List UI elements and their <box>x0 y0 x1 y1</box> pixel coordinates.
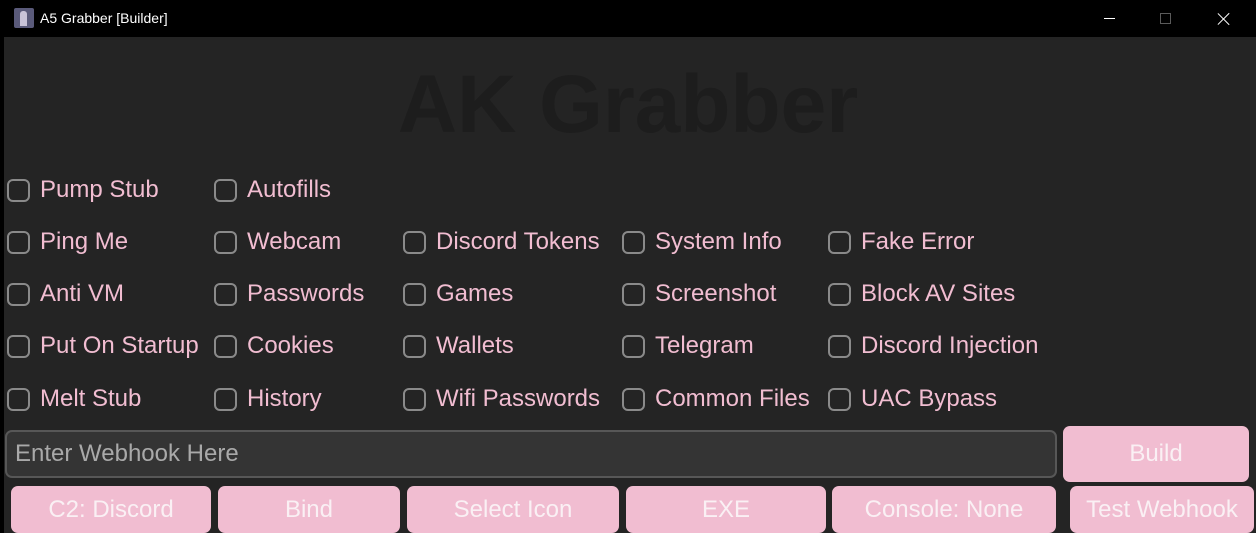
option-label: Melt Stub <box>40 385 142 412</box>
option-melt-stub[interactable]: Melt Stub <box>7 384 141 414</box>
checkbox-icon[interactable] <box>214 178 237 202</box>
option-label: Screenshot <box>655 280 777 307</box>
maximize-button[interactable] <box>1142 0 1188 37</box>
checkbox-icon[interactable] <box>7 178 30 202</box>
option-label: Discord Tokens <box>436 228 600 255</box>
option-games[interactable]: Games <box>403 279 513 309</box>
minimize-button[interactable] <box>1086 0 1132 37</box>
maximize-icon <box>1159 13 1171 24</box>
checkbox-icon[interactable] <box>403 387 426 411</box>
option-history[interactable]: History <box>214 384 322 414</box>
c2-mode-button[interactable]: C2: Discord <box>11 486 211 533</box>
checkbox-icon[interactable] <box>7 230 30 254</box>
option-label: UAC Bypass <box>861 385 998 412</box>
app-heading: AK Grabber <box>397 59 859 150</box>
option-label: Cookies <box>247 332 334 359</box>
option-label: Wifi Passwords <box>436 385 601 412</box>
option-discord-injection[interactable]: Discord Injection <box>828 331 1038 361</box>
builder-window: A5 Grabber [Builder] AK Grabber Pump Stu… <box>0 0 1256 533</box>
option-uac-bypass[interactable]: UAC Bypass <box>828 384 997 414</box>
test-webhook-button[interactable]: Test Webhook <box>1070 486 1254 533</box>
checkbox-icon[interactable] <box>214 282 237 306</box>
checkbox-icon[interactable] <box>7 282 30 306</box>
option-label: Put On Startup <box>40 332 199 359</box>
option-telegram[interactable]: Telegram <box>622 331 754 361</box>
option-label: Common Files <box>655 385 810 412</box>
option-block-av-sites[interactable]: Block AV Sites <box>828 279 1015 309</box>
option-label: Fake Error <box>861 228 975 255</box>
option-screenshot[interactable]: Screenshot <box>622 279 776 309</box>
app-icon <box>14 8 34 28</box>
option-put-on-startup[interactable]: Put On Startup <box>7 331 199 361</box>
option-webcam[interactable]: Webcam <box>214 227 341 257</box>
option-label: Telegram <box>655 332 754 359</box>
checkbox-icon[interactable] <box>622 334 645 358</box>
option-label: Autofills <box>247 176 332 203</box>
option-label: Ping Me <box>40 228 129 255</box>
bind-button[interactable]: Bind <box>218 486 400 533</box>
exe-button[interactable]: EXE <box>626 486 826 533</box>
window-title: A5 Grabber [Builder] <box>40 10 168 26</box>
option-discord-tokens[interactable]: Discord Tokens <box>403 227 600 257</box>
option-label: Webcam <box>247 228 342 255</box>
console-mode-button[interactable]: Console: None <box>832 486 1056 533</box>
checkbox-icon[interactable] <box>622 230 645 254</box>
checkbox-icon[interactable] <box>403 230 426 254</box>
select-icon-button[interactable]: Select Icon <box>407 486 619 533</box>
checkbox-icon[interactable] <box>828 282 851 306</box>
checkbox-icon[interactable] <box>214 230 237 254</box>
option-passwords[interactable]: Passwords <box>214 279 364 309</box>
checkbox-icon[interactable] <box>214 334 237 358</box>
option-label: Discord Injection <box>861 332 1039 359</box>
checkbox-icon[interactable] <box>7 387 30 411</box>
checkbox-icon[interactable] <box>828 387 851 411</box>
option-ping-me[interactable]: Ping Me <box>7 227 128 257</box>
option-label: Passwords <box>247 280 365 307</box>
option-autofills[interactable]: Autofills <box>214 175 331 205</box>
checkbox-icon[interactable] <box>214 387 237 411</box>
option-label: System Info <box>655 228 782 255</box>
option-label: History <box>247 385 322 412</box>
option-label: Wallets <box>436 332 514 359</box>
option-label: Block AV Sites <box>861 280 1016 307</box>
build-button[interactable]: Build <box>1063 426 1249 482</box>
checkbox-icon[interactable] <box>622 282 645 306</box>
option-label: Games <box>436 280 514 307</box>
option-pump-stub[interactable]: Pump Stub <box>7 175 159 205</box>
webhook-input[interactable] <box>5 430 1057 478</box>
checkbox-icon[interactable] <box>7 334 30 358</box>
option-label: Anti VM <box>40 280 125 307</box>
option-wifi-passwords[interactable]: Wifi Passwords <box>403 384 600 414</box>
option-cookies[interactable]: Cookies <box>214 331 334 361</box>
option-common-files[interactable]: Common Files <box>622 384 810 414</box>
checkbox-icon[interactable] <box>828 230 851 254</box>
checkbox-icon[interactable] <box>403 282 426 306</box>
checkbox-icon[interactable] <box>622 387 645 411</box>
title-bar[interactable]: A5 Grabber [Builder] <box>0 0 1256 37</box>
checkbox-icon[interactable] <box>828 334 851 358</box>
option-label: Pump Stub <box>40 176 159 203</box>
option-anti-vm[interactable]: Anti VM <box>7 279 124 309</box>
option-fake-error[interactable]: Fake Error <box>828 227 974 257</box>
option-system-info[interactable]: System Info <box>622 227 782 257</box>
option-wallets[interactable]: Wallets <box>403 331 514 361</box>
close-button[interactable] <box>1201 0 1247 37</box>
minimize-icon <box>1103 18 1115 19</box>
checkbox-icon[interactable] <box>403 334 426 358</box>
close-icon <box>1218 13 1230 25</box>
